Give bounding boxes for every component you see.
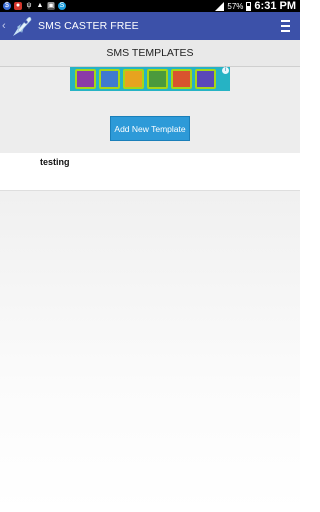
back-chevron-icon[interactable]: ‹ (0, 20, 10, 32)
page-title: SMS TEMPLATES (0, 40, 300, 67)
ad-game-tile[interactable] (195, 69, 216, 89)
android-icon: ▲ (36, 2, 44, 9)
bag-icon: ▣ (47, 2, 55, 10)
menu-icon[interactable] (281, 20, 290, 32)
ad-game-tile[interactable] (75, 69, 96, 89)
template-list: testing (0, 153, 300, 191)
ad-game-tile[interactable] (123, 69, 144, 89)
usb-icon: ψ (26, 2, 32, 9)
app-bar: ‹ SMS CASTER FREE (0, 12, 300, 40)
clock-time: 6:31 PM (254, 0, 296, 12)
app-title: SMS CASTER FREE (38, 20, 139, 32)
ad-game-tile[interactable] (99, 69, 120, 89)
ad-banner[interactable]: i (70, 67, 230, 91)
signal-icon (215, 1, 225, 11)
add-new-template-button[interactable]: Add New Template (110, 116, 190, 141)
status-bar: $ ● ψ ▲ ▣ S 57% 6:31 PM (0, 0, 300, 12)
ad-game-tile[interactable] (147, 69, 168, 89)
list-item[interactable]: testing (0, 153, 300, 167)
battery-percent: 57% (227, 1, 244, 11)
rocket-logo-icon[interactable] (10, 14, 34, 38)
red-app-icon: ● (14, 2, 22, 10)
empty-area (0, 191, 300, 512)
ad-info-icon[interactable]: i (222, 67, 229, 74)
notification-icons: $ ● ψ ▲ ▣ S (0, 2, 66, 10)
dollar-app-icon: $ (3, 2, 11, 10)
skype-icon: S (58, 2, 66, 10)
battery-icon (246, 1, 252, 11)
ad-game-tile[interactable] (171, 69, 192, 89)
